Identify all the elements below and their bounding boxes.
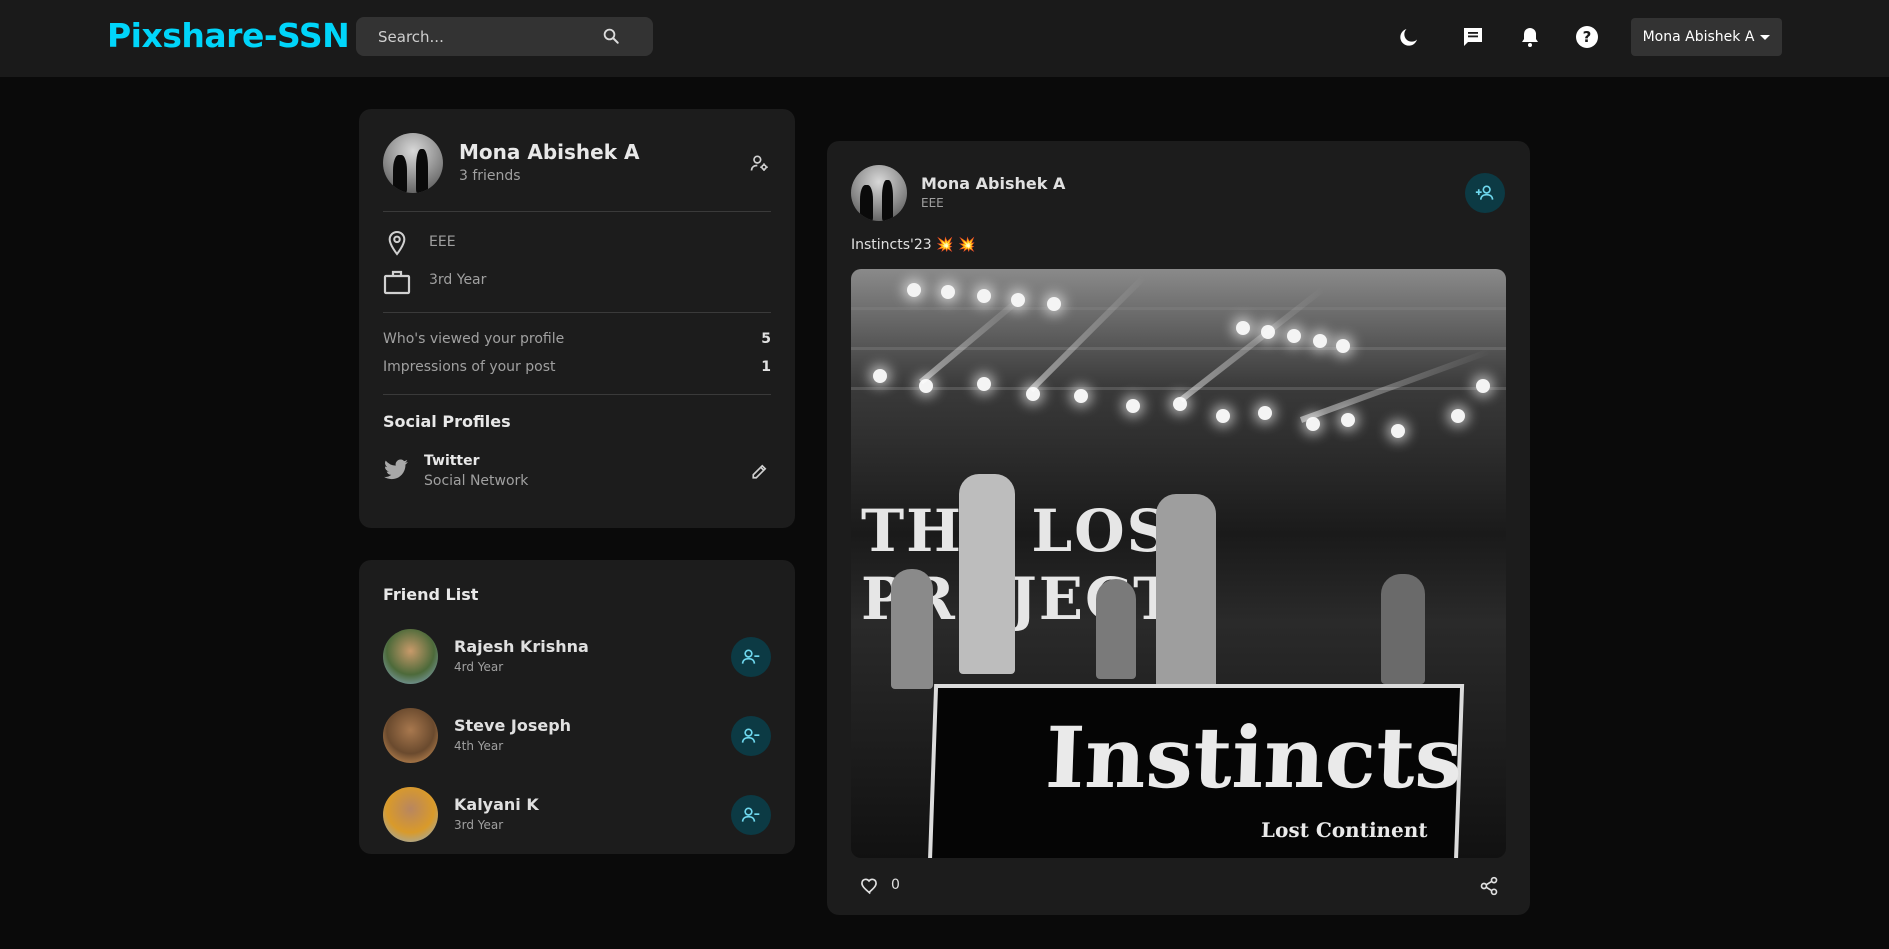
- friend-name[interactable]: Rajesh Krishna: [454, 637, 589, 656]
- image-board-title: Instincts: [1043, 708, 1464, 807]
- post-author[interactable]: Mona Abishek A: [921, 174, 1065, 193]
- friend-year: 3rd Year: [454, 818, 504, 832]
- friend-year: 4th Year: [454, 739, 504, 753]
- avatar[interactable]: [383, 708, 438, 763]
- like-count: 0: [891, 877, 900, 893]
- briefcase-icon: [383, 269, 411, 299]
- profile-card: Mona Abishek A 3 friends EEE 3rd Year Wh…: [359, 109, 795, 528]
- person-remove-icon: [741, 728, 760, 743]
- divider: [383, 211, 771, 212]
- post-card: Mona Abishek A EEE Instincts'23 💥 💥 THE …: [827, 141, 1530, 915]
- stat-value-impressions: 1: [761, 359, 771, 375]
- remove-friend-button[interactable]: [731, 716, 771, 756]
- chat-icon[interactable]: [1460, 24, 1486, 50]
- remove-friend-button[interactable]: [731, 795, 771, 835]
- edit-icon[interactable]: [751, 462, 769, 484]
- friend-name[interactable]: Kalyani K: [454, 795, 539, 814]
- heart-icon[interactable]: [859, 876, 879, 900]
- app-logo[interactable]: Pixshare-SSN: [107, 16, 350, 55]
- person-remove-icon: [741, 649, 760, 664]
- manage-account-icon[interactable]: [749, 153, 769, 177]
- image-board-subtitle: Lost Continent: [1260, 818, 1429, 842]
- profile-name[interactable]: Mona Abishek A: [459, 140, 639, 164]
- navbar: Pixshare-SSN ? Mona Abishek A: [0, 0, 1889, 77]
- friends-count: 3 friends: [459, 168, 521, 184]
- add-friend-button[interactable]: [1465, 173, 1505, 213]
- search-icon[interactable]: [602, 27, 620, 45]
- user-menu-dropdown[interactable]: Mona Abishek A: [1631, 18, 1782, 56]
- stage-board: Instincts Lost Continent: [927, 684, 1465, 858]
- location-icon: [386, 230, 408, 260]
- social-name[interactable]: Twitter: [424, 453, 480, 469]
- person-remove-icon: [741, 807, 760, 822]
- user-menu-label: Mona Abishek A: [1642, 29, 1755, 45]
- social-type: Social Network: [424, 473, 529, 489]
- twitter-icon: [383, 459, 409, 485]
- stat-label-views: Who's viewed your profile: [383, 331, 565, 347]
- svg-text:?: ?: [1583, 28, 1592, 46]
- friend-year: 4rd Year: [454, 660, 504, 674]
- avatar[interactable]: [851, 165, 907, 221]
- moon-icon[interactable]: [1396, 24, 1422, 50]
- avatar[interactable]: [383, 787, 438, 842]
- avatar[interactable]: [383, 133, 443, 193]
- friend-list-title: Friend List: [383, 585, 479, 604]
- share-icon[interactable]: [1479, 876, 1499, 900]
- stat-value-views: 5: [761, 331, 771, 347]
- stat-label-impressions: Impressions of your post: [383, 359, 556, 375]
- divider: [383, 312, 771, 313]
- profile-occupation: 3rd Year: [429, 272, 487, 288]
- profile-location: EEE: [429, 234, 456, 250]
- bell-icon[interactable]: [1517, 24, 1543, 50]
- search-box: [356, 17, 653, 56]
- friend-list-card: Friend List Rajesh Krishna 4rd Year Stev…: [359, 560, 795, 854]
- post-location: EEE: [921, 196, 944, 210]
- post-caption: Instincts'23 💥 💥: [851, 237, 976, 253]
- help-icon[interactable]: ?: [1574, 24, 1600, 50]
- post-image[interactable]: THE LOST PROJECT Instincts Lost Continen…: [851, 269, 1506, 858]
- search-input[interactable]: [378, 17, 598, 56]
- social-profiles-title: Social Profiles: [383, 412, 511, 431]
- remove-friend-button[interactable]: [731, 637, 771, 677]
- friend-name[interactable]: Steve Joseph: [454, 716, 571, 735]
- person-add-icon: [1475, 185, 1494, 200]
- divider: [383, 394, 771, 395]
- chevron-down-icon: [1760, 34, 1771, 40]
- avatar[interactable]: [383, 629, 438, 684]
